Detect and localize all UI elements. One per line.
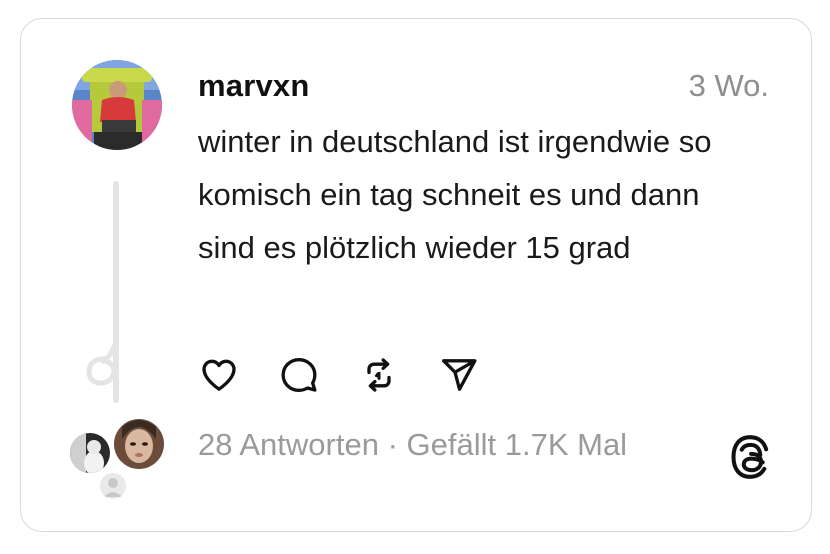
stats-separator: · [378,427,407,462]
replier-avatar [68,431,112,475]
reply-avatars[interactable] [68,417,168,507]
reply-button[interactable] [277,353,321,397]
replier-avatar [112,417,166,471]
replies-count[interactable]: 28 Antworten [198,427,379,462]
likes-count[interactable]: Gefällt 1.7K Mal [407,427,628,462]
post-text: winter in deutschland ist irgendwie so k… [198,124,712,265]
threads-logo-icon[interactable] [728,433,772,481]
action-bar [197,353,517,397]
author-avatar-image [72,60,162,150]
threads-post-card: marvxn 3 Wo. winter in deutschland ist i… [20,18,812,532]
send-paper-plane-icon [442,359,477,391]
replier-avatar-placeholder [100,473,126,499]
share-button[interactable] [437,353,481,397]
author-username[interactable]: marvxn [198,68,310,104]
thread-loop-icon [86,341,119,386]
post-timestamp[interactable]: 3 Wo. [689,68,769,104]
repost-button[interactable] [357,353,401,397]
author-avatar[interactable] [72,60,162,150]
heart-icon [202,359,236,391]
repost-arrows-icon [367,358,391,392]
comment-bubble-icon [281,358,317,392]
post-stats: 28 Antworten · Gefällt 1.7K Mal [198,427,627,463]
like-button[interactable] [197,353,241,397]
